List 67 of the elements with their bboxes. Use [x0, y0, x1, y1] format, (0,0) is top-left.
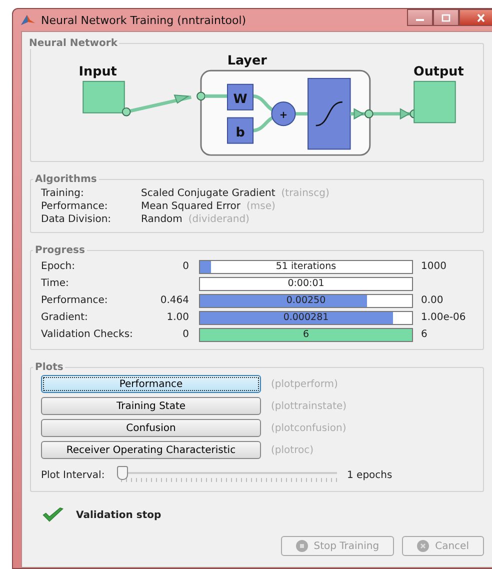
port-node — [122, 107, 131, 116]
maximize-button[interactable] — [433, 9, 459, 26]
section-title: Progress — [34, 245, 86, 256]
field-value: Mean Squared Error — [141, 200, 241, 213]
function-name: (mse) — [246, 200, 276, 213]
progress-reading: 0.000281 — [282, 312, 330, 324]
close-icon — [476, 14, 486, 22]
function-name: (plotperform) — [271, 378, 338, 390]
end-value: 1.00e-06 — [421, 312, 466, 323]
window-title: Neural Network Training (nntraintool) — [41, 14, 248, 26]
time-readout: 0:00:01 — [199, 276, 413, 290]
field-label: Performance: — [41, 200, 109, 213]
weight-label: W — [233, 92, 248, 108]
progress-reading: 0.00250 — [285, 294, 327, 306]
slider-reading: 1 epochs — [347, 470, 392, 480]
start-value: 1.00 — [166, 312, 189, 323]
progress-label: Time: — [41, 278, 70, 289]
bias-label: b — [236, 125, 245, 140]
end-value: 0.00 — [421, 295, 444, 306]
maximize-icon — [441, 14, 451, 22]
progress-label: Performance: — [41, 295, 109, 306]
output-node — [414, 80, 456, 124]
section-title: Algorithms — [34, 174, 98, 185]
plot-button[interactable]: Receiver Operating Characteristic — [41, 441, 261, 459]
section-title: Plots — [34, 362, 64, 373]
end-value: 6 — [421, 329, 428, 340]
port-node — [196, 92, 206, 101]
bias-block — [227, 117, 254, 144]
function-name: (plottrainstate) — [271, 400, 347, 412]
field-label: Data Division: — [41, 213, 112, 226]
start-value: 0.464 — [159, 295, 189, 306]
function-name: (trainscg) — [281, 187, 330, 200]
stop-icon — [296, 540, 308, 552]
minimize-button[interactable] — [407, 9, 433, 26]
interval-slider[interactable] — [117, 466, 337, 484]
field-label: Training: — [41, 187, 85, 200]
status-message: Validation stop — [76, 510, 162, 520]
section-title: Neural Network — [28, 38, 118, 49]
port-node — [364, 109, 374, 118]
output-label: Output — [414, 64, 464, 80]
slider-label: Plot Interval: — [41, 470, 106, 480]
plot-button[interactable]: Performance — [41, 375, 261, 393]
sum-label: + — [279, 110, 288, 121]
progress-label: Gradient: — [41, 312, 89, 323]
input-node — [82, 80, 125, 114]
field-value: Scaled Conjugate Gradient — [141, 187, 276, 200]
layer-label: Layer — [227, 54, 267, 69]
checkmark-icon — [42, 507, 64, 523]
weight-block — [227, 84, 254, 110]
progress-reading: 6 — [302, 328, 310, 340]
peak-logo-icon — [21, 14, 35, 26]
cancel-icon — [417, 540, 430, 552]
input-label: Input — [78, 64, 117, 80]
function-name: (dividerand) — [188, 213, 250, 226]
end-value: 1000 — [421, 261, 446, 272]
progress-label: Epoch: — [41, 261, 76, 272]
start-value: 0 — [182, 329, 189, 340]
function-name: (plotconfusion) — [271, 422, 346, 434]
start-value: 0 — [182, 261, 189, 272]
progress-reading: 51 iterations — [274, 260, 338, 272]
field-value: Random — [141, 213, 182, 226]
function-name: (plotroc) — [271, 444, 314, 456]
progress-label: Validation Checks: — [41, 329, 134, 340]
plot-button[interactable]: Confusion — [41, 419, 261, 437]
plot-button[interactable]: Training State — [41, 397, 261, 415]
close-button[interactable] — [459, 9, 492, 26]
sum-node — [271, 102, 296, 126]
